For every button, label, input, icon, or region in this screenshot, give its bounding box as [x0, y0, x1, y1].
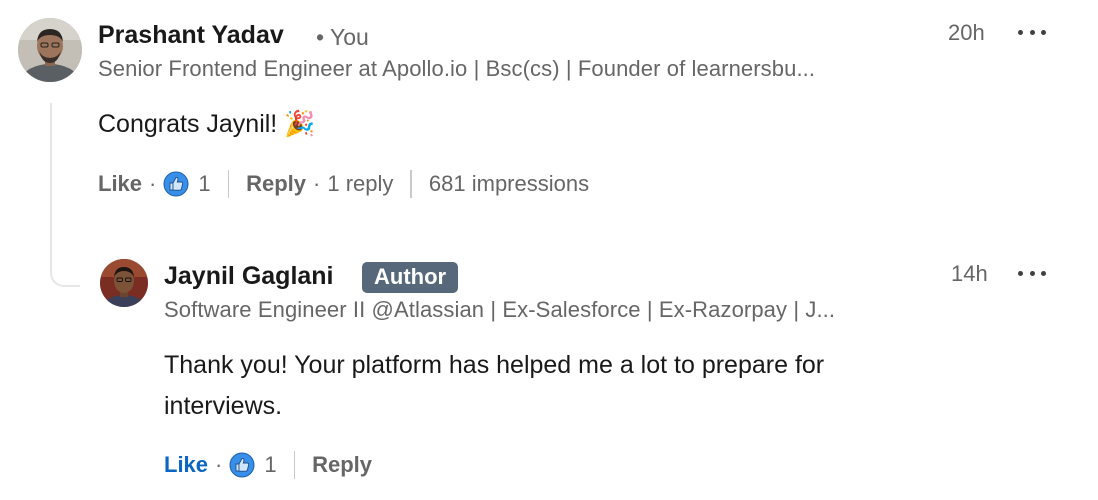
thread-connector-line [50, 103, 80, 287]
reaction-count[interactable]: 1 [198, 171, 210, 197]
avatar-jaynil[interactable] [100, 259, 148, 307]
action-divider [227, 170, 230, 198]
reply-timestamp: 14h [951, 261, 988, 286]
impressions-count: 681 impressions [428, 171, 590, 196]
like-button[interactable]: Like [98, 171, 142, 197]
reply-button[interactable]: Reply [312, 452, 372, 478]
action-divider [410, 170, 412, 198]
you-label: • You [316, 24, 369, 50]
reply-action-row: Like · 1 Reply [164, 449, 372, 481]
like-reaction-icon[interactable] [229, 452, 255, 478]
comment-text: Congrats Jaynil! 🎉 [98, 110, 316, 138]
comment-timestamp: 20h [948, 20, 985, 45]
separator-dot: · [215, 452, 223, 477]
separator-dot: · [313, 171, 321, 196]
reply-author-headline: Software Engineer II @Atlassian | Ex-Sal… [164, 297, 836, 322]
reply-text: Thank you! Your platform has helped me a… [164, 345, 824, 427]
author-badge: Author [362, 262, 459, 293]
reply-author-name[interactable]: Jaynil Gaglani [164, 262, 334, 291]
action-divider [293, 451, 296, 479]
reaction-count[interactable]: 1 [264, 452, 276, 478]
comment-action-row: Like · 1 Reply · 1 reply 681 impressions [98, 168, 589, 200]
reply-text-line-2: interviews. [164, 392, 283, 420]
comment-author-name[interactable]: Prashant Yadav [98, 21, 284, 50]
avatar-prashant[interactable] [18, 18, 82, 82]
like-reaction-icon[interactable] [163, 171, 189, 197]
comment-author-headline: Senior Frontend Engineer at Apollo.io | … [98, 56, 816, 81]
like-button[interactable]: Like [164, 452, 208, 478]
more-options-icon[interactable] [1016, 263, 1048, 283]
reply-count-link[interactable]: 1 reply [327, 171, 393, 197]
more-options-icon[interactable] [1016, 22, 1048, 42]
separator-dot: · [149, 171, 157, 196]
reply-text-line-1: Thank you! Your platform has helped me a… [164, 351, 825, 379]
reply-button[interactable]: Reply [246, 171, 306, 197]
